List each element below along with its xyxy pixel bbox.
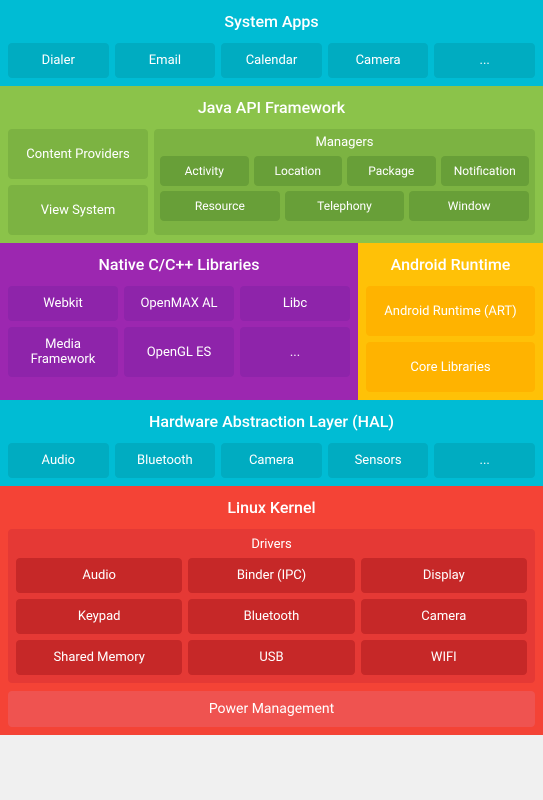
managers-grid-row1: Activity Location Package Notification	[160, 156, 529, 186]
drivers-title: Drivers	[16, 537, 527, 552]
list-item: Location	[254, 156, 343, 186]
list-item: WIFI	[361, 640, 527, 675]
managers-panel: Managers Activity Location Package Notif…	[154, 129, 535, 235]
list-item: Audio	[16, 558, 182, 593]
core-libraries-cell: Core Libraries	[366, 342, 535, 392]
java-api-layer: Java API Framework Content Providers Vie…	[0, 86, 543, 243]
list-item: Camera	[328, 43, 429, 78]
hal-layer: Hardware Abstraction Layer (HAL) Audio B…	[0, 400, 543, 486]
power-management-bar: Power Management	[8, 691, 535, 727]
list-item: USB	[188, 640, 354, 675]
view-system-cell: View System	[8, 185, 148, 235]
list-item: Email	[115, 43, 216, 78]
system-apps-grid: Dialer Email Calendar Camera ...	[8, 43, 535, 78]
list-item: Camera	[221, 443, 322, 478]
android-runtime-layer: Android Runtime Android Runtime (ART) Co…	[358, 243, 543, 400]
managers-grid-row2: Resource Telephony Window	[160, 191, 529, 221]
java-api-inner: Content Providers View System Managers A…	[8, 129, 535, 235]
list-item: ...	[434, 443, 535, 478]
managers-title: Managers	[160, 135, 529, 150]
list-item: OpenMAX AL	[124, 286, 234, 321]
content-providers-cell: Content Providers	[8, 129, 148, 179]
list-item: Bluetooth	[188, 599, 354, 634]
linux-kernel-layer: Linux Kernel Drivers Audio Binder (IPC) …	[0, 486, 543, 735]
runtime-inner: Android Runtime (ART) Core Libraries	[366, 286, 535, 392]
list-item: Libc	[240, 286, 350, 321]
list-item: ...	[434, 43, 535, 78]
list-item: Audio	[8, 443, 109, 478]
hal-grid: Audio Bluetooth Camera Sensors ...	[8, 443, 535, 478]
linux-kernel-title: Linux Kernel	[8, 494, 535, 521]
list-item: Telephony	[285, 191, 405, 221]
list-item: Shared Memory	[16, 640, 182, 675]
java-api-title: Java API Framework	[8, 94, 535, 121]
list-item: Media Framework	[8, 327, 118, 377]
linux-inner: Drivers Audio Binder (IPC) Display Keypa…	[8, 529, 535, 683]
list-item: OpenGL ES	[124, 327, 234, 377]
list-item: ...	[240, 327, 350, 377]
hal-title: Hardware Abstraction Layer (HAL)	[8, 408, 535, 435]
drivers-grid-row2: Keypad Bluetooth Camera	[16, 599, 527, 634]
list-item: Package	[347, 156, 436, 186]
java-api-left: Content Providers View System	[8, 129, 148, 235]
native-cpp-layer: Native C/C++ Libraries Webkit OpenMAX AL…	[0, 243, 358, 400]
list-item: Notification	[441, 156, 530, 186]
list-item: Keypad	[16, 599, 182, 634]
list-item: Bluetooth	[115, 443, 216, 478]
drivers-grid-row1: Audio Binder (IPC) Display	[16, 558, 527, 593]
list-item: Calendar	[221, 43, 322, 78]
list-item: Dialer	[8, 43, 109, 78]
list-item: Activity	[160, 156, 249, 186]
list-item: Binder (IPC)	[188, 558, 354, 593]
native-runtime-section: Native C/C++ Libraries Webkit OpenMAX AL…	[0, 243, 543, 400]
list-item: Window	[409, 191, 529, 221]
android-runtime-title: Android Runtime	[366, 251, 535, 278]
native-grid-row2: Media Framework OpenGL ES ...	[8, 327, 350, 377]
system-apps-layer: System Apps Dialer Email Calendar Camera…	[0, 0, 543, 86]
drivers-grid-row3: Shared Memory USB WIFI	[16, 640, 527, 675]
list-item: Camera	[361, 599, 527, 634]
native-grid-row1: Webkit OpenMAX AL Libc	[8, 286, 350, 321]
list-item: Sensors	[328, 443, 429, 478]
native-cpp-title: Native C/C++ Libraries	[8, 251, 350, 278]
list-item: Resource	[160, 191, 280, 221]
list-item: Webkit	[8, 286, 118, 321]
list-item: Display	[361, 558, 527, 593]
system-apps-title: System Apps	[8, 8, 535, 35]
art-cell: Android Runtime (ART)	[366, 286, 535, 336]
